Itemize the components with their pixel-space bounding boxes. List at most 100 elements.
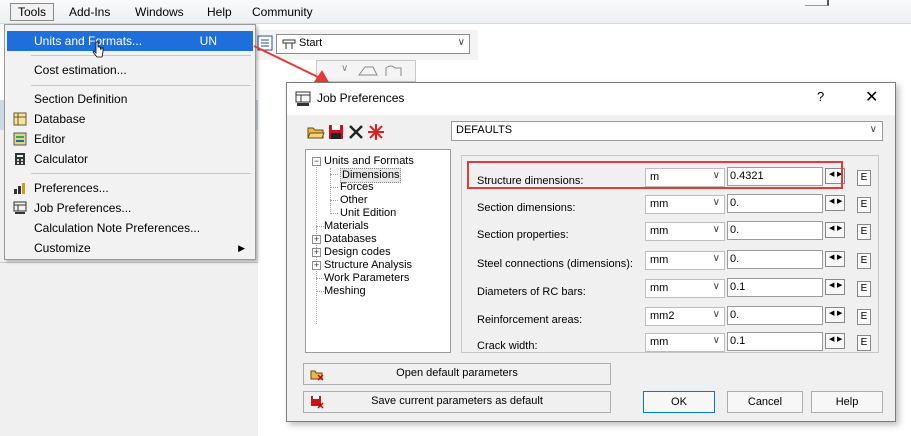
help-button[interactable]: Help (811, 391, 883, 413)
precision-spinner[interactable]: ◀ ▶ (825, 279, 845, 295)
edit-button[interactable]: E (857, 281, 871, 297)
shape-tool-icon[interactable] (383, 63, 405, 79)
menu-windows[interactable]: Windows (128, 4, 191, 22)
precision-field-diameters-rc-bars[interactable]: 0.1 (727, 278, 823, 297)
tree-node-forces[interactable]: Forces (340, 181, 374, 194)
preset-combo[interactable]: DEFAULTS ∨ (451, 121, 883, 141)
editor-icon (13, 132, 27, 146)
tree-node-structure-analysis[interactable]: Structure Analysis (324, 259, 412, 272)
button-label: Open default parameters (396, 367, 518, 379)
menu-item-label: Cost estimation... (34, 63, 127, 77)
field-label-section-dimensions: Section dimensions: (477, 202, 576, 214)
menu-item-preferences[interactable]: Preferences... (7, 178, 253, 198)
edit-button[interactable]: E (857, 197, 871, 213)
reset-star-icon[interactable] (367, 123, 385, 141)
open-folder-icon[interactable] (307, 123, 325, 141)
precision-value: 0. (730, 197, 740, 209)
delete-x-icon[interactable] (347, 123, 365, 141)
edit-button[interactable]: E (857, 335, 871, 351)
menu-separator (31, 173, 251, 174)
expand-toggle-icon[interactable]: + (312, 235, 321, 244)
unit-combo-section-properties[interactable]: mm ∨ (645, 222, 725, 241)
menu-separator (31, 55, 251, 56)
menu-item-section-definition[interactable]: Section Definition (7, 89, 253, 109)
precision-field-steel-connections[interactable]: 0. (727, 250, 823, 269)
edit-button[interactable]: E (857, 224, 871, 240)
menu-item-shortcut: UN (199, 34, 217, 48)
edit-button[interactable]: E (857, 309, 871, 325)
precision-field-reinforcement-areas[interactable]: 0. (727, 306, 823, 325)
precision-field-crack-width[interactable]: 0.1 (727, 332, 823, 351)
precision-value: 0.1 (730, 281, 746, 293)
menu-item-label: Database (34, 112, 86, 126)
help-question-icon[interactable]: ? (817, 89, 824, 104)
unit-combo-reinforcement-areas[interactable]: mm2 ∨ (645, 307, 725, 326)
precision-spinner[interactable]: ◀ ▶ (825, 222, 845, 238)
menu-separator (31, 85, 251, 86)
dialog-title-bar: Job Preferences ? ✕ (287, 83, 895, 115)
edit-button[interactable]: E (857, 253, 871, 269)
precision-spinner[interactable]: ◀ ▶ (825, 307, 845, 323)
unit-value: mm2 (650, 310, 675, 322)
menu-tools[interactable]: Tools (10, 3, 55, 21)
menu-item-database[interactable]: Database (7, 109, 253, 129)
menu-item-calculation-note-preferences[interactable]: Calculation Note Preferences... (7, 218, 253, 238)
expand-toggle-icon[interactable]: + (312, 261, 321, 270)
tree-node-materials[interactable]: Materials (324, 220, 369, 233)
tools-dropdown-menu: Units and Formats... UN Cost estimation.… (4, 24, 256, 260)
precision-value: 0. (730, 309, 740, 321)
tree-node-databases[interactable]: Databases (324, 233, 377, 246)
precision-value: 0. (730, 253, 740, 265)
unit-combo-section-dimensions[interactable]: mm ∨ (645, 195, 725, 214)
ok-button[interactable]: OK (643, 391, 715, 413)
calculator-icon (15, 153, 25, 165)
menu-item-editor[interactable]: Editor (7, 129, 253, 149)
menu-item-label: Units and Formats... (34, 34, 143, 48)
menu-item-customize[interactable]: Customize ▶ (7, 238, 253, 258)
background-workspace (0, 262, 258, 436)
save-disk-icon[interactable] (327, 123, 345, 141)
menu-help[interactable]: Help (200, 4, 239, 22)
cancel-button[interactable]: Cancel (727, 391, 803, 413)
tree-node-design-codes[interactable]: Design codes (324, 246, 391, 259)
field-label-crack-width: Crack width: (477, 340, 538, 352)
menu-item-job-preferences[interactable]: Job Preferences... (7, 198, 253, 218)
menu-item-cost-estimation[interactable]: Cost estimation... (7, 60, 253, 80)
unit-combo-diameters-rc-bars[interactable]: mm ∨ (645, 279, 725, 298)
precision-spinner[interactable]: ◀ ▶ (825, 251, 845, 267)
field-label-steel-connections: Steel connections (dimensions): (477, 258, 633, 270)
menu-item-units-and-formats[interactable]: Units and Formats... UN (7, 31, 253, 51)
menu-item-label: Section Definition (34, 92, 128, 106)
precision-field-section-properties[interactable]: 0. (727, 221, 823, 240)
tree-node-other[interactable]: Other (340, 194, 368, 207)
close-icon[interactable]: ✕ (865, 87, 878, 107)
dialog-title: Job Preferences (317, 91, 405, 105)
tree-node-unit-edition[interactable]: Unit Edition (340, 207, 396, 220)
unit-combo-crack-width[interactable]: mm ∨ (645, 333, 725, 352)
precision-field-section-dimensions[interactable]: 0. (727, 194, 823, 213)
open-default-parameters-button[interactable]: Open default parameters (303, 363, 611, 385)
precision-spinner[interactable]: ◀ ▶ (825, 333, 845, 349)
precision-spinner[interactable]: ◀ ▶ (825, 195, 845, 211)
preset-value: DEFAULTS (456, 124, 513, 136)
save-current-as-default-button[interactable]: Save current parameters as default (303, 391, 611, 413)
view-tool-icon[interactable] (357, 63, 379, 79)
edit-button[interactable]: E (857, 170, 871, 186)
unit-value: mm (650, 282, 669, 294)
expand-toggle-icon[interactable]: + (312, 248, 321, 257)
collapse-toggle-icon[interactable]: − (312, 157, 321, 166)
unit-value: mm (650, 254, 669, 266)
menu-add-ins[interactable]: Add-Ins (62, 4, 117, 22)
tree-node-work-parameters[interactable]: Work Parameters (324, 272, 409, 285)
chevron-down-icon: ∨ (712, 253, 720, 264)
preferences-tree: − Units and Formats Dimensions Forces Ot… (305, 149, 451, 353)
tree-node-units-and-formats[interactable]: Units and Formats (324, 155, 414, 168)
chevron-down-icon: ∨ (457, 37, 465, 48)
menu-item-label: Editor (34, 132, 66, 146)
chevron-down-icon: ∨ (712, 335, 720, 346)
tree-node-meshing[interactable]: Meshing (324, 285, 366, 298)
menu-community[interactable]: Community (245, 4, 320, 22)
unit-combo-steel-connections[interactable]: mm ∨ (645, 251, 725, 270)
menu-bar: Tools Add-Ins Windows Help Community (0, 0, 911, 24)
menu-item-calculator[interactable]: Calculator (7, 149, 253, 169)
